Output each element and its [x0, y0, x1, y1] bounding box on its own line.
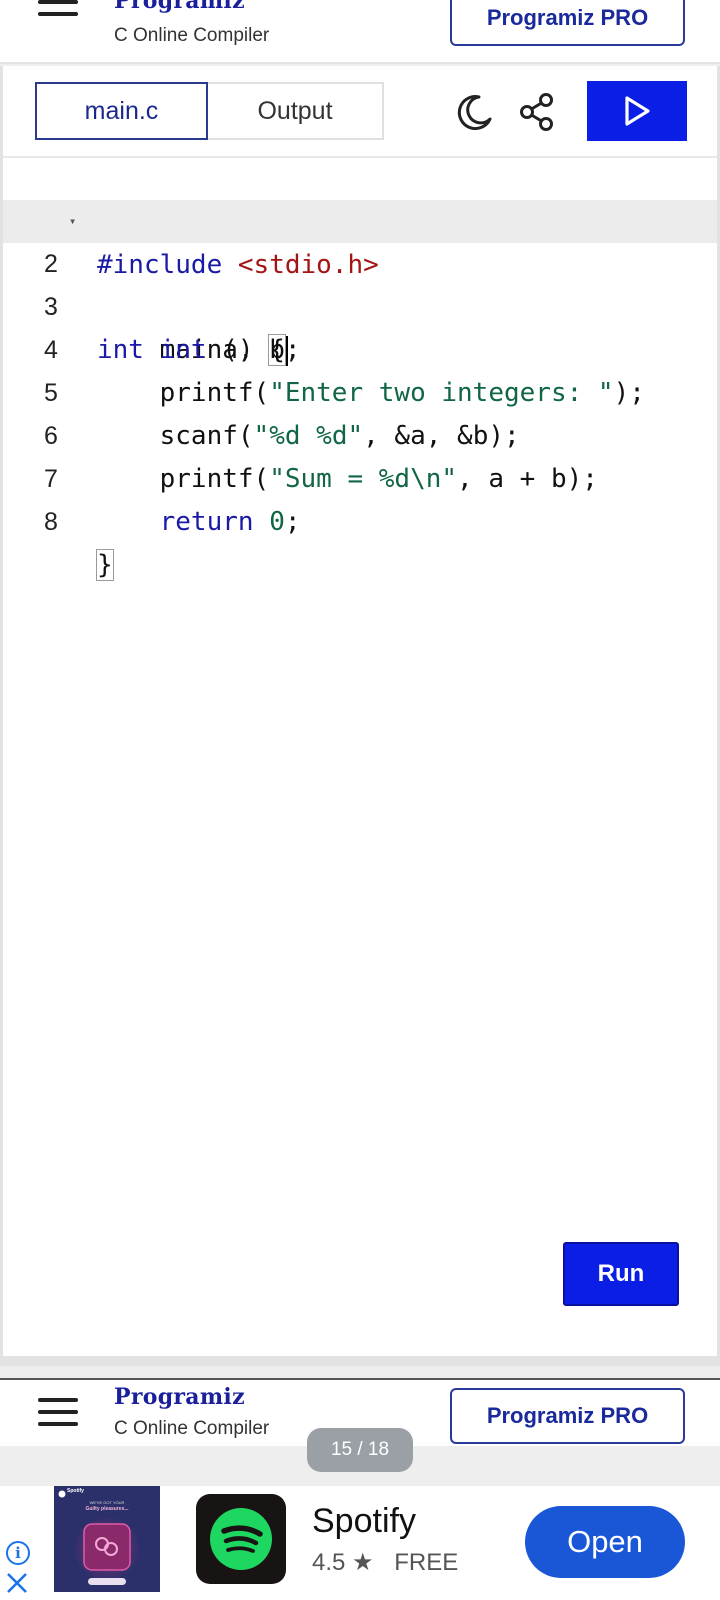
page-indicator-badge: 15 / 18: [307, 1428, 413, 1472]
code-line-7[interactable]: 7 return 0;: [3, 415, 717, 537]
ad-price: FREE: [394, 1549, 459, 1576]
ad-thumb-line1: WE'VE GOT YOUR: [89, 1500, 125, 1505]
page-subtitle: C Online Compiler: [114, 25, 270, 46]
ad-open-button[interactable]: Open: [525, 1506, 685, 1578]
code-editor[interactable]: 1 #include <stdio.h> 2 ▾ int main() { 3 …: [3, 158, 717, 1346]
programiz-pro-button[interactable]: Programiz PRO: [450, 0, 685, 46]
code-text: return 0;: [159, 507, 301, 537]
brand-logo[interactable]: Programiz: [114, 0, 245, 14]
fold-arrow-icon[interactable]: ▾: [69, 200, 76, 243]
line-number: 8: [44, 508, 58, 536]
page-subtitle: C Online Compiler: [114, 1418, 270, 1439]
ad-rating: 4.5 ★ FREE: [312, 1548, 458, 1577]
code-line-8[interactable]: 8 }: [3, 458, 717, 581]
code-line-1[interactable]: 1 #include <stdio.h>: [3, 158, 717, 280]
editor-toolbar: main.c Output: [3, 66, 717, 158]
ad-thumb-brand: Spotify: [67, 1488, 84, 1494]
top-header: Programiz C Online Compiler Programiz PR…: [0, 0, 720, 64]
tab-output[interactable]: Output: [208, 82, 384, 140]
code-line-2[interactable]: 2 ▾ int main() {: [3, 200, 717, 366]
run-play-button[interactable]: [587, 81, 687, 141]
code-line-3[interactable]: 3 int a, b;: [3, 243, 717, 365]
tab-main-c[interactable]: main.c: [35, 82, 208, 140]
play-icon: [625, 96, 650, 126]
ad-close-icon[interactable]: [4, 1570, 30, 1596]
editor-panel: main.c Output 1 #include <stdio.h>: [0, 66, 720, 1366]
programiz-pro-button[interactable]: Programiz PRO: [450, 1388, 685, 1444]
code-text: }: [96, 549, 114, 581]
code-line-6[interactable]: 6 printf("Sum = %d\n", a + b);: [3, 372, 717, 494]
moon-icon[interactable]: [453, 90, 497, 134]
ad-thumb-line2: Guilty pleasures...: [85, 1506, 129, 1512]
ad-thumbnail[interactable]: Spotify WE'VE GOT YOUR Guilty pleasures.…: [54, 1486, 160, 1592]
run-button[interactable]: Run: [563, 1242, 679, 1306]
spotify-app-icon[interactable]: [196, 1494, 286, 1584]
hamburger-menu-icon[interactable]: [38, 1398, 78, 1428]
ad-banner[interactable]: Spotify WE'VE GOT YOUR Guilty pleasures.…: [0, 1486, 720, 1600]
share-icon[interactable]: [515, 90, 559, 134]
spotify-logo-icon: [210, 1508, 272, 1570]
brand-logo[interactable]: Programiz: [114, 1384, 245, 1410]
hamburger-menu-icon[interactable]: [38, 0, 78, 28]
code-line-4[interactable]: 4 printf("Enter two integers: ");: [3, 286, 717, 408]
ad-app-name[interactable]: Spotify: [312, 1502, 416, 1541]
code-line-5[interactable]: 5 scanf("%d %d", &a, &b);: [3, 329, 717, 451]
ad-info-icon[interactable]: i: [6, 1541, 30, 1565]
ad-rating-value: 4.5 ★: [312, 1549, 374, 1576]
